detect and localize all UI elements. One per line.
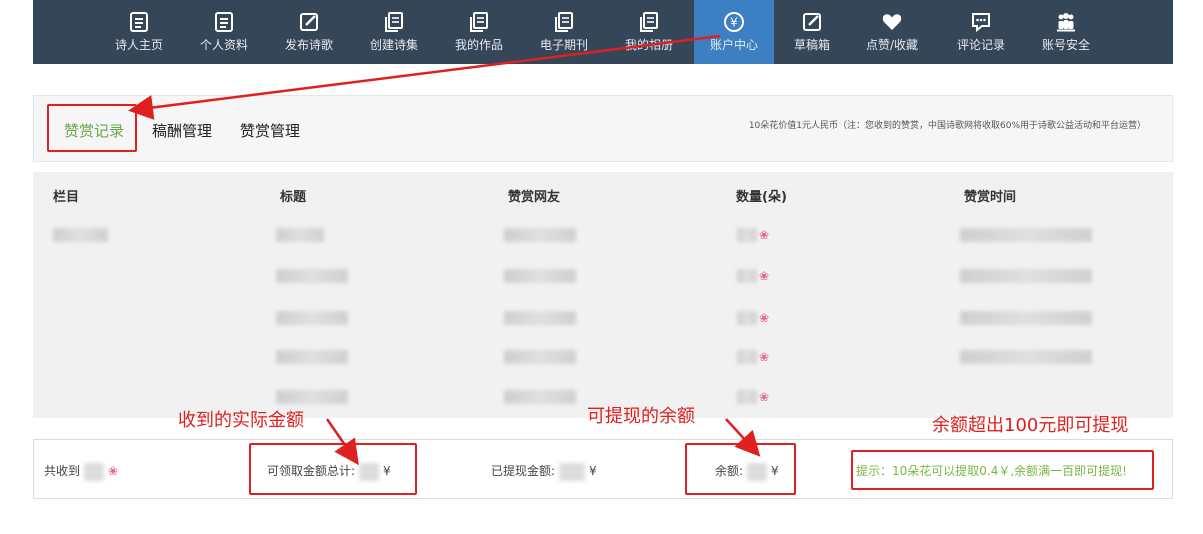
highlight-box-claimable: [249, 443, 417, 495]
received-label: 共收到: [44, 464, 81, 478]
column-header-reward-time: 赞赏时间: [964, 190, 1017, 205]
nav-label: 我的相册: [624, 38, 673, 52]
tabs-panel: 赞赏记录 稿酬管理 赞赏管理 10朵花价值1元人民币（注：您收到的赞赏，中国诗歌…: [33, 95, 1173, 162]
highlight-box-tip: [851, 450, 1154, 490]
page: 诗人主页 个人资料 发布诗歌 创建诗集 我的作品 电子期刊 我的相册 ¥ 账户中: [0, 0, 1203, 534]
redacted-cell: [737, 311, 757, 325]
column-header-category: 栏目: [53, 190, 80, 205]
column-header-rewarder: 赞赏网友: [508, 190, 561, 205]
nav-label: 评论记录: [956, 38, 1005, 52]
edit-icon: [300, 13, 318, 31]
redacted-cell: [737, 269, 757, 283]
nav-label: 我的作品: [454, 38, 503, 52]
tab-reward-management[interactable]: 赞赏管理: [240, 120, 300, 141]
flower-icon: ❀: [759, 228, 770, 242]
redacted-cell: [504, 390, 576, 404]
copy-doc-icon: [640, 12, 658, 32]
flower-value-note: 10朵花价值1元人民币（注：您收到的赞赏，中国诗歌网将收取60%用于诗歌公益活动…: [748, 121, 1146, 131]
highlight-box-reward-tab: [47, 104, 137, 152]
top-nav: 诗人主页 个人资料 发布诗歌 创建诗集 我的作品 电子期刊 我的相册 ¥ 账户中: [33, 0, 1173, 64]
withdrawn-total: 已提现金额: ¥: [491, 462, 597, 481]
flower-icon: ❀: [108, 464, 119, 478]
flower-icon: ❀: [759, 269, 770, 283]
redacted-cell: [504, 228, 576, 242]
nav-item-comments[interactable]: 评论记录: [939, 0, 1023, 64]
nav-label: 账号安全: [1041, 38, 1090, 52]
users-icon: [1057, 13, 1075, 32]
flower-icon: ❀: [759, 350, 770, 364]
redacted-cell: [737, 390, 757, 404]
redacted-cell: [504, 350, 576, 364]
redacted-value: [559, 462, 586, 481]
comment-icon: [972, 13, 990, 33]
nav-label: 草稿箱: [793, 38, 830, 52]
nav-item-poet-home[interactable]: 诗人主页: [97, 0, 181, 64]
redacted-cell: [960, 350, 1092, 364]
redacted-cell: [960, 311, 1092, 325]
redacted-cell: [276, 390, 348, 404]
reward-records-table: 栏目 标题 赞赏网友 数量(朵) 赞赏时间 ❀ ❀ ❀ ❀ ❀: [33, 172, 1173, 418]
heart-icon: [882, 14, 902, 30]
nav-item-account-security[interactable]: 账号安全: [1024, 0, 1108, 64]
annotation-withdrawable: 可提现的余额: [587, 406, 695, 427]
redacted-cell: [960, 269, 1092, 283]
redacted-cell: [276, 228, 324, 242]
flower-icon: ❀: [759, 390, 770, 404]
nav-item-account-center[interactable]: ¥ 账户中心: [694, 0, 774, 64]
nav-item-my-works[interactable]: 我的作品: [437, 0, 521, 64]
currency-symbol: ¥: [589, 464, 597, 478]
nav-item-likes-favorites[interactable]: 点赞/收藏: [850, 0, 934, 64]
edit-icon: [803, 13, 821, 31]
column-header-quantity: 数量(朵): [736, 190, 787, 205]
yen-circle-icon: ¥: [724, 12, 744, 32]
svg-text:¥: ¥: [730, 16, 738, 30]
received-total: 共收到 ❀: [44, 462, 118, 481]
nav-item-e-journal[interactable]: 电子期刊: [522, 0, 606, 64]
copy-doc-icon: [470, 12, 488, 32]
redacted-cell: [504, 311, 576, 325]
nav-item-create-collection[interactable]: 创建诗集: [352, 0, 436, 64]
redacted-cell: [53, 228, 108, 242]
tab-royalty-management[interactable]: 稿酬管理: [152, 120, 212, 141]
redacted-cell: [276, 311, 348, 325]
redacted-cell: [960, 228, 1092, 242]
nav-label: 点赞/收藏: [865, 38, 919, 52]
nav-item-my-album[interactable]: 我的相册: [607, 0, 691, 64]
column-header-title: 标题: [280, 190, 307, 205]
redacted-cell: [276, 269, 348, 283]
withdrawn-label: 已提现金额:: [491, 464, 556, 478]
nav-label: 账户中心: [709, 38, 758, 52]
flower-icon: ❀: [759, 311, 770, 325]
nav-label: 创建诗集: [369, 38, 418, 52]
annotation-threshold: 余额超出100元即可提现: [932, 415, 1129, 436]
highlight-box-balance: [685, 443, 796, 495]
copy-doc-icon: [385, 12, 403, 32]
nav-item-publish-poem[interactable]: 发布诗歌: [267, 0, 351, 64]
list-doc-icon: [215, 12, 233, 32]
redacted-value: [84, 462, 105, 481]
list-doc-icon: [130, 12, 148, 32]
nav-label: 电子期刊: [539, 38, 588, 52]
nav-label: 发布诗歌: [284, 38, 333, 52]
nav-item-drafts[interactable]: 草稿箱: [770, 0, 854, 64]
redacted-cell: [504, 269, 576, 283]
nav-label: 个人资料: [199, 38, 248, 52]
redacted-cell: [737, 350, 757, 364]
redacted-cell: [276, 350, 348, 364]
copy-doc-icon: [555, 12, 573, 32]
redacted-cell: [737, 228, 757, 242]
nav-item-profile[interactable]: 个人资料: [182, 0, 266, 64]
annotation-actual-amount: 收到的实际金额: [178, 410, 304, 431]
nav-label: 诗人主页: [114, 38, 163, 52]
